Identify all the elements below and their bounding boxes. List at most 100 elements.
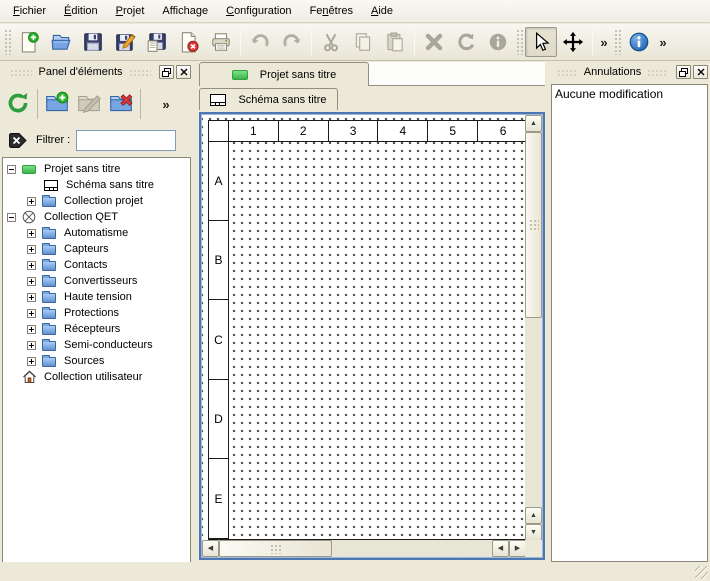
redo-button[interactable] <box>276 27 308 57</box>
scroll-right-button[interactable]: ▶ <box>509 540 526 557</box>
thumb-grip <box>529 219 539 231</box>
expand-icon[interactable] <box>27 261 36 270</box>
tab-schema-sans-titre[interactable]: Schéma sans titre <box>199 88 338 110</box>
vertical-scrollbar-thumb[interactable] <box>525 132 542 318</box>
delete-button[interactable] <box>418 27 450 57</box>
scroll-left-button[interactable]: ◀ <box>202 540 219 557</box>
frame-cell <box>229 459 526 539</box>
save-all-button[interactable] <box>141 27 173 57</box>
folder-icon <box>41 259 57 272</box>
tree-item-collection-utilisateur[interactable]: Collection utilisateur <box>3 369 190 385</box>
float-panel-button[interactable] <box>676 65 691 79</box>
reload-collections-button[interactable] <box>2 88 34 120</box>
select-tool-button[interactable] <box>525 27 557 57</box>
undo-button[interactable] <box>244 27 276 57</box>
print-button[interactable] <box>205 27 237 57</box>
expand-icon[interactable] <box>27 341 36 350</box>
collapse-icon[interactable] <box>7 165 16 174</box>
scrollbar-corner <box>525 540 542 557</box>
tree-item-capteurs[interactable]: Capteurs <box>3 241 190 257</box>
vertical-scrollbar[interactable]: ▲ ▲ ▼ <box>525 115 542 541</box>
open-project-button[interactable] <box>45 27 77 57</box>
new-document-button[interactable] <box>13 27 45 57</box>
tree-item-contacts[interactable]: Contacts <box>3 257 190 273</box>
toolbar-drag-handle[interactable] <box>614 29 621 55</box>
save-button[interactable] <box>77 27 109 57</box>
row-header: A <box>209 142 229 221</box>
copy-button[interactable] <box>347 27 379 57</box>
tree-item-sources[interactable]: Sources <box>3 353 190 369</box>
toolbar-separator <box>592 29 593 55</box>
elements-panel-titlebar[interactable]: Panel d'éléments <box>2 62 193 82</box>
save-as-button[interactable] <box>109 27 141 57</box>
toolbar-overflow-button[interactable]: » <box>596 28 612 56</box>
close-panel-button[interactable] <box>176 65 191 79</box>
cut-button[interactable] <box>315 27 347 57</box>
tree-item-recepteurs[interactable]: Récepteurs <box>3 321 190 337</box>
rotate-button[interactable] <box>450 27 482 57</box>
float-panel-button[interactable] <box>159 65 174 79</box>
menu-affichage[interactable]: Affichage <box>153 2 217 20</box>
undo-list-item[interactable]: Aucune modification <box>553 86 706 102</box>
undo-history-list[interactable]: Aucune modification <box>551 84 708 562</box>
move-tool-button[interactable] <box>557 27 589 57</box>
dock-texture <box>647 68 668 76</box>
tree-item-collection-projet[interactable]: Collection projet <box>3 193 190 209</box>
status-bar <box>0 562 710 581</box>
resize-grip[interactable] <box>695 566 708 579</box>
expand-icon[interactable] <box>27 309 36 318</box>
close-file-button[interactable] <box>173 27 205 57</box>
tree-item-projet-sans-titre[interactable]: Projet sans titre <box>3 161 190 177</box>
toolbar-drag-handle[interactable] <box>516 29 523 55</box>
menu-projet[interactable]: Projet <box>107 2 154 20</box>
expand-icon[interactable] <box>27 197 36 206</box>
column-header: 3 <box>329 121 379 142</box>
filter-input[interactable] <box>76 130 176 151</box>
menu-fenetres[interactable]: Fenêtres <box>301 2 362 20</box>
folder-icon <box>41 355 57 368</box>
expand-icon[interactable] <box>27 277 36 286</box>
close-panel-button[interactable] <box>693 65 708 79</box>
tree-item-haute-tension[interactable]: Haute tension <box>3 289 190 305</box>
tree-item-collection-qet[interactable]: Collection QET <box>3 209 190 225</box>
toolbar-separator <box>37 89 38 119</box>
menu-aide[interactable]: Aide <box>362 2 402 20</box>
panel-toolbar-overflow-button[interactable]: » <box>158 90 174 118</box>
schema-canvas[interactable]: 1 2 3 4 5 6 A B C D E <box>202 115 526 541</box>
thumb-grip <box>270 544 282 554</box>
expand-icon[interactable] <box>27 229 36 238</box>
tree-item-protections[interactable]: Protections <box>3 305 190 321</box>
menu-configuration[interactable]: Configuration <box>217 2 300 20</box>
toolbar-drag-handle[interactable] <box>4 29 11 55</box>
delete-category-button[interactable] <box>105 88 137 120</box>
new-category-button[interactable] <box>41 88 73 120</box>
schema-editor-view[interactable]: 1 2 3 4 5 6 A B C D E ▲ ▲ <box>199 112 545 560</box>
expand-icon[interactable] <box>27 325 36 334</box>
expand-icon[interactable] <box>27 293 36 302</box>
toolbar-overflow-button[interactable]: » <box>655 28 671 56</box>
tab-projet-sans-titre[interactable]: Projet sans titre <box>199 62 369 86</box>
paste-button[interactable] <box>379 27 411 57</box>
undo-panel-titlebar[interactable]: Annulations <box>549 62 710 82</box>
horizontal-scrollbar-thumb[interactable] <box>219 540 332 557</box>
project-info-button[interactable] <box>623 27 655 57</box>
scroll-left-button[interactable]: ◀ <box>492 540 509 557</box>
scroll-up-button[interactable]: ▲ <box>525 115 542 132</box>
expand-icon[interactable] <box>27 245 36 254</box>
close-icon <box>180 68 188 76</box>
scroll-down-button[interactable]: ▼ <box>525 524 542 541</box>
menu-edition[interactable]: Édition <box>55 2 107 20</box>
tree-item-convertisseurs[interactable]: Convertisseurs <box>3 273 190 289</box>
clear-filter-button[interactable] <box>6 129 30 151</box>
horizontal-scrollbar[interactable]: ◀ ◀ ▶ <box>202 540 526 557</box>
tree-item-semi-conducteurs[interactable]: Semi-conducteurs <box>3 337 190 353</box>
edit-category-button[interactable] <box>73 88 105 120</box>
menu-fichier[interactable]: Fichier <box>4 2 55 20</box>
row-header: D <box>209 380 229 459</box>
scroll-up-button[interactable]: ▲ <box>525 507 542 524</box>
expand-icon[interactable] <box>27 357 36 366</box>
tree-item-automatisme[interactable]: Automatisme <box>3 225 190 241</box>
tree-item-schema-sans-titre[interactable]: Schéma sans titre <box>3 177 190 193</box>
element-info-button[interactable] <box>482 27 514 57</box>
collapse-icon[interactable] <box>7 213 16 222</box>
